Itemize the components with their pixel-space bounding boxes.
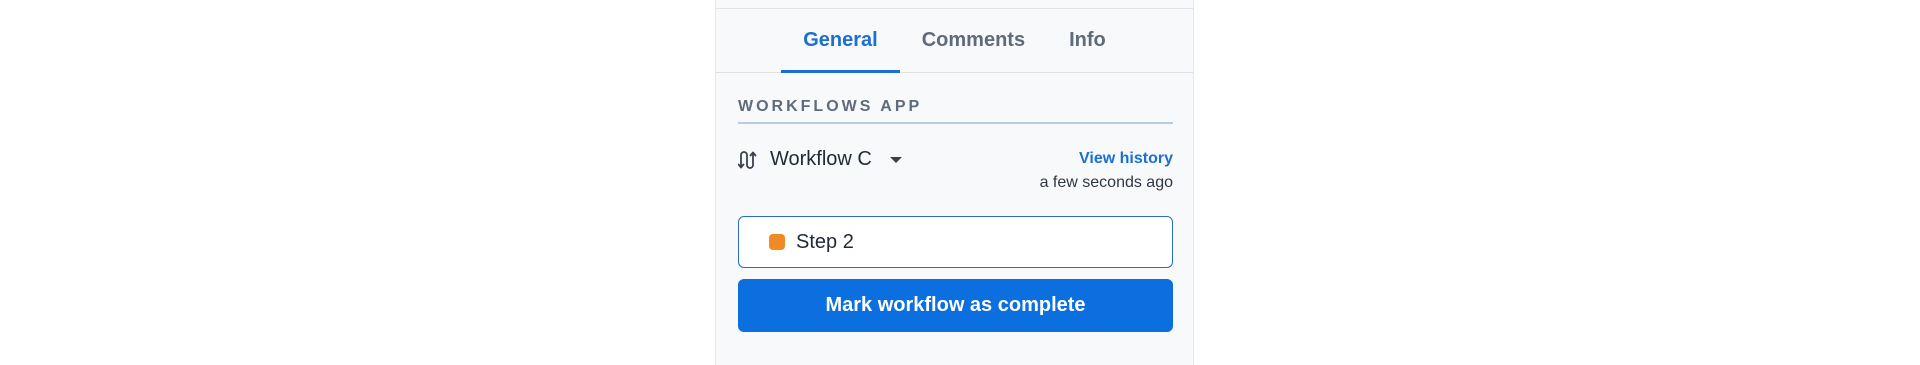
workflow-name: Workflow C: [770, 148, 872, 170]
history-block: View history a few seconds ago: [1040, 150, 1173, 192]
workflows-section: WORKFLOWS APP Workflow C View history a …: [737, 98, 1173, 332]
workflow-row: Workflow C View history a few seconds ag…: [737, 148, 1173, 198]
tab-comments[interactable]: Comments: [900, 9, 1047, 72]
tab-general[interactable]: General: [781, 9, 901, 73]
workflow-icon: [737, 149, 758, 171]
side-panel: General Comments Info WORKFLOWS APP Work…: [715, 0, 1194, 365]
tab-info[interactable]: Info: [1047, 9, 1128, 72]
workflow-selector[interactable]: Workflow C: [737, 148, 902, 171]
tab-bar: General Comments Info: [716, 9, 1193, 73]
chevron-down-icon[interactable]: [889, 156, 902, 163]
view-history-link[interactable]: View history: [1040, 150, 1173, 168]
step-label: Step 2: [796, 230, 854, 253]
step-status-indicator: [769, 234, 785, 250]
mark-complete-button[interactable]: Mark workflow as complete: [738, 279, 1173, 332]
last-updated-timestamp: a few seconds ago: [1039, 174, 1173, 191]
section-heading: WORKFLOWS APP: [738, 98, 1173, 124]
current-step-field[interactable]: Step 2: [738, 216, 1173, 268]
